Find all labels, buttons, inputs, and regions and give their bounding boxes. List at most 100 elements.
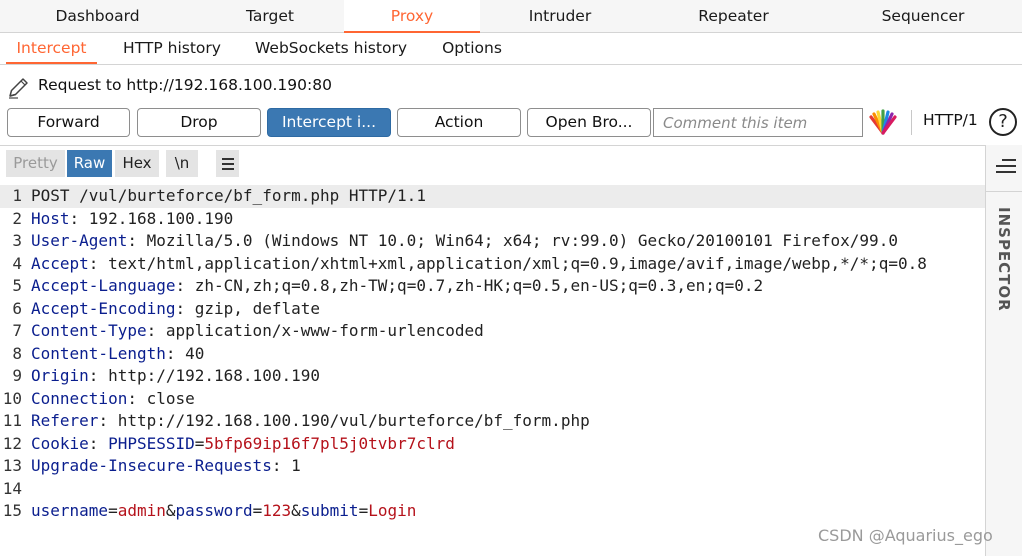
line-segment: =	[108, 501, 118, 520]
code-line[interactable]: 9 Origin: http://192.168.100.190	[0, 365, 985, 388]
watermark: CSDN @Aquarius_ego	[818, 526, 993, 545]
line-text: Content-Length: 40	[31, 343, 204, 366]
line-number: 7	[12, 321, 22, 340]
forward-button[interactable]: Forward	[7, 108, 130, 137]
line-number: 14	[2, 478, 22, 498]
show-newlines-toggle[interactable]: \n	[166, 150, 198, 177]
intercept-toggle-button[interactable]: Intercept i...	[267, 108, 391, 137]
header-name: Connection	[31, 388, 128, 408]
line-segment: =	[358, 501, 369, 520]
tab-options[interactable]: Options	[433, 33, 511, 64]
comment-input[interactable]	[653, 108, 863, 137]
tab-http-history[interactable]: HTTP history	[113, 33, 231, 64]
tab-dashboard[interactable]: Dashboard	[0, 0, 195, 33]
header-name: Content-Length	[31, 343, 166, 363]
header-name: Content-Type	[31, 321, 147, 340]
line-segment: : close	[127, 388, 195, 408]
inspector-panel: INSPECTOR	[985, 145, 1022, 556]
tab-sequencer[interactable]: Sequencer	[827, 0, 1019, 33]
code-line[interactable]: 2 Host: 192.168.100.190	[0, 208, 985, 231]
code-line[interactable]: 4 Accept: text/html,application/xhtml+xml…	[0, 253, 985, 276]
highlight-color-icon[interactable]	[868, 109, 898, 135]
header-name: Cookie	[31, 433, 89, 453]
header-name: User-Agent	[31, 231, 128, 250]
request-target-url: Request to http://192.168.100.190:80	[38, 76, 332, 94]
line-segment: : text/html,application/xhtml+xml,applic…	[88, 253, 927, 273]
tab-intruder[interactable]: Intruder	[480, 0, 640, 33]
line-number: 4	[12, 253, 22, 273]
code-line[interactable]: 1 POST /vul/burteforce/bf_form.php HTTP/1…	[0, 185, 985, 208]
line-segment: =	[194, 433, 205, 453]
code-line[interactable]: 10 Connection: close	[0, 388, 985, 411]
param-value: 123	[262, 501, 292, 520]
line-segment: : 192.168.100.190	[69, 208, 234, 228]
line-segment: &	[165, 501, 176, 520]
line-number: 11	[2, 411, 22, 430]
header-name: Accept-Language	[31, 276, 176, 295]
line-segment: &	[291, 501, 301, 520]
inspector-menu-icon[interactable]	[996, 159, 1016, 177]
proxy-sub-tab-bar: Intercept HTTP history WebSockets histor…	[0, 33, 1022, 65]
pencil-icon	[9, 78, 28, 99]
header-name: Upgrade-Insecure-Requests	[31, 456, 272, 475]
code-line[interactable]: 5 Accept-Language: zh-CN,zh;q=0.8,zh-TW;q…	[0, 275, 985, 298]
code-line[interactable]: 14	[0, 478, 985, 501]
action-button[interactable]: Action	[397, 108, 521, 137]
inspector-tab[interactable]: INSPECTOR	[995, 207, 1013, 312]
drop-button[interactable]: Drop	[137, 108, 261, 137]
code-line[interactable]: 15 username=admin&password=123&submit=Log…	[0, 500, 985, 523]
param-name: PHPSESSID	[108, 433, 195, 453]
line-segment: : Mozilla/5.0 (Windows NT 10.0; Win64; x…	[127, 231, 898, 250]
line-text: Content-Type: application/x-www-form-url…	[31, 320, 484, 343]
tab-target[interactable]: Target	[195, 0, 345, 33]
line-segment: : 1	[271, 456, 301, 475]
line-text: POST /vul/burteforce/bf_form.php HTTP/1.…	[31, 185, 426, 208]
header-name: Origin	[31, 366, 89, 385]
code-line[interactable]: 12 Cookie: PHPSESSID=5bfp69ip16f7pl5j0tvb…	[0, 433, 985, 456]
line-number: 13	[2, 456, 22, 475]
line-segment: : gzip, deflate	[175, 298, 321, 318]
main-tab-bar: Dashboard Target Proxy Intruder Repeater…	[0, 0, 1022, 33]
http-version-label[interactable]: HTTP/1	[923, 111, 978, 129]
line-segment: :	[88, 433, 109, 453]
open-browser-button[interactable]: Open Bro...	[527, 108, 651, 137]
request-info-bar: Request to http://192.168.100.190:80	[0, 66, 1022, 108]
line-segment: : 40	[165, 343, 205, 363]
line-text: Cookie: PHPSESSID=5bfp69ip16f7pl5j0tvbr7…	[31, 433, 455, 456]
header-name: Referer	[31, 411, 99, 430]
param-value: admin	[117, 501, 166, 520]
param-value: 5bfp69ip16f7pl5j0tvbr7clrd	[204, 433, 455, 453]
header-name: Accept	[31, 253, 89, 273]
line-number: 15	[2, 501, 22, 520]
line-text: Referer: http://192.168.100.190/vul/burt…	[31, 410, 590, 433]
line-segment: : http://192.168.100.190	[88, 366, 320, 385]
editor-divider	[0, 145, 985, 146]
tab-proxy[interactable]: Proxy	[344, 0, 480, 33]
request-editor[interactable]: 1 POST /vul/burteforce/bf_form.php HTTP/1…	[0, 185, 985, 556]
line-number: 5	[12, 276, 22, 295]
code-line[interactable]: 13 Upgrade-Insecure-Requests: 1	[0, 455, 985, 478]
view-raw-tab[interactable]: Raw	[67, 150, 112, 177]
line-segment: : http://192.168.100.190/vul/burteforce/…	[98, 411, 590, 430]
line-text: Connection: close	[31, 388, 195, 411]
line-number: 3	[12, 231, 22, 250]
editor-menu-icon[interactable]	[216, 150, 239, 177]
line-number: 8	[12, 343, 22, 363]
code-line[interactable]: 3 User-Agent: Mozilla/5.0 (Windows NT 10.…	[0, 230, 985, 253]
code-line[interactable]: 7 Content-Type: application/x-www-form-ur…	[0, 320, 985, 343]
view-pretty-tab[interactable]: Pretty	[6, 150, 65, 177]
header-name: Host	[31, 208, 70, 228]
code-line[interactable]: 8 Content-Length: 40	[0, 343, 985, 366]
line-number: 9	[12, 366, 22, 385]
help-icon[interactable]: ?	[989, 108, 1017, 136]
view-hex-tab[interactable]: Hex	[115, 150, 159, 177]
line-text: Upgrade-Insecure-Requests: 1	[31, 455, 301, 478]
tab-repeater[interactable]: Repeater	[640, 0, 827, 33]
code-line[interactable]: 6 Accept-Encoding: gzip, deflate	[0, 298, 985, 321]
code-line[interactable]: 11 Referer: http://192.168.100.190/vul/bu…	[0, 410, 985, 433]
line-segment: : application/x-www-form-urlencoded	[146, 321, 484, 340]
header-name: Accept-Encoding	[31, 298, 176, 318]
tab-intercept[interactable]: Intercept	[6, 33, 97, 64]
line-text: Origin: http://192.168.100.190	[31, 365, 320, 388]
tab-websockets-history[interactable]: WebSockets history	[247, 33, 415, 64]
